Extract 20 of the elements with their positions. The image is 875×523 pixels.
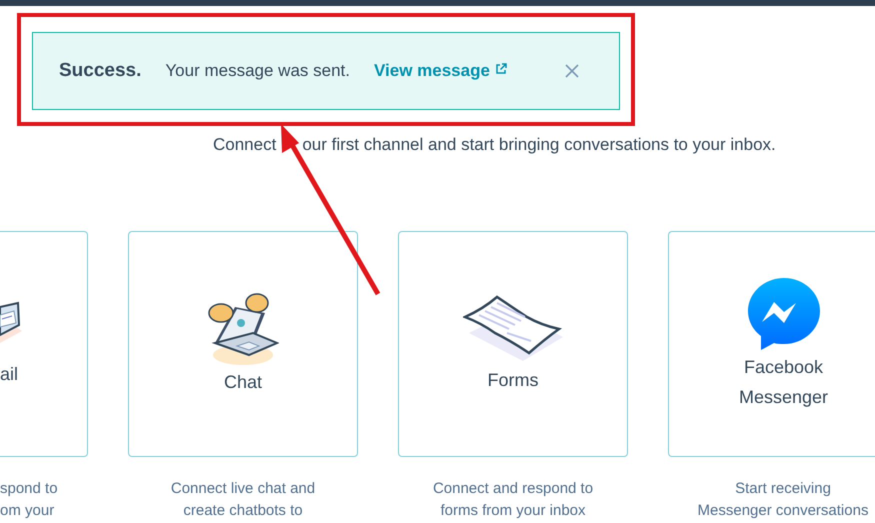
channel-label: Forms (488, 368, 538, 392)
channel-label: ail (0, 362, 18, 386)
channel-description: Connect and respond to forms from your inbox (432, 478, 594, 520)
alert-message: Your message was sent. (165, 60, 350, 82)
channel-description: spond to om your (0, 478, 59, 520)
messenger-icon (746, 276, 822, 352)
intro-text: our first channel and start bringing conversations to your inbox. (302, 134, 776, 156)
channel-label: Chat (224, 370, 262, 394)
channel-card[interactable]: Forms (398, 230, 628, 456)
alert-title: Success. (59, 58, 142, 83)
external-link-icon (494, 63, 507, 76)
close-icon (565, 64, 579, 78)
channel-description: Connect live chat and create chatbots to (170, 478, 316, 520)
channel-card[interactable]: Chat (128, 230, 358, 456)
channel-card[interactable]: Facebook Messenger (668, 230, 875, 456)
intro-text: Connect (213, 134, 276, 156)
channel-card[interactable]: ail (0, 230, 88, 456)
channel-description: Start receiving Messenger conversations (696, 478, 870, 520)
close-button[interactable] (565, 64, 579, 78)
channel-label: Facebook Messenger (738, 356, 830, 409)
